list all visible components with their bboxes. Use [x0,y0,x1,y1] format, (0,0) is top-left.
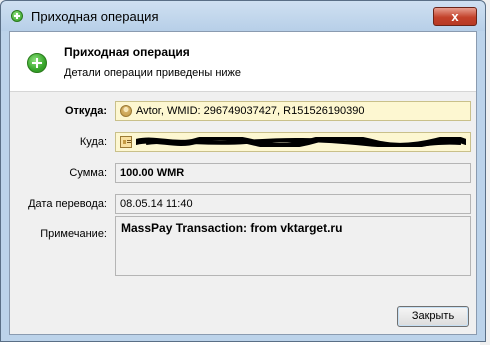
date-value: 08.05.14 11:40 [120,198,193,210]
header-subtitle: Детали операции приведены ниже [64,67,242,79]
amount-field[interactable]: 100.00 WMR [115,163,471,183]
amount-value: 100.00 WMR [120,167,185,179]
to-label-container: Куда: [10,136,107,150]
note-field[interactable]: MassPay Transaction: from vktarget.ru [115,216,471,276]
window-close-button[interactable]: x [433,7,477,26]
date-field[interactable]: 08.05.14 11:40 [115,194,471,214]
from-label: Откуда: [64,105,107,117]
date-label: Дата перевода: [28,198,107,210]
card-icon [120,136,132,148]
to-label: Куда: [79,136,107,148]
title-bar[interactable]: Приходная операция x [1,1,485,31]
header-title: Приходная операция [64,45,190,59]
from-label-container: Откуда: [10,105,107,119]
redaction-scribble [136,137,466,147]
from-field[interactable]: Avtor, WMID: 296749037427, R151526190390 [115,101,471,121]
window-title: Приходная операция [31,9,159,24]
from-value: Avtor, WMID: 296749037427, R151526190390 [136,105,365,117]
app-plus-icon [11,10,23,22]
to-field[interactable] [115,132,471,152]
dialog-content: Приходная операция Детали операции приве… [9,31,477,335]
amount-label-container: Сумма: [10,167,107,181]
close-button[interactable]: Закрыть [397,306,469,327]
close-icon: x [451,9,459,24]
green-plus-icon [27,53,47,73]
user-icon [120,105,132,117]
dialog-header: Приходная операция Детали операции приве… [10,32,476,92]
dialog-window: Приходная операция x Приходная операция … [0,0,486,342]
amount-label: Сумма: [69,167,107,179]
note-label: Примечание: [40,228,107,240]
note-label-container: Примечание: [10,228,107,242]
date-label-container: Дата перевода: [10,198,107,212]
